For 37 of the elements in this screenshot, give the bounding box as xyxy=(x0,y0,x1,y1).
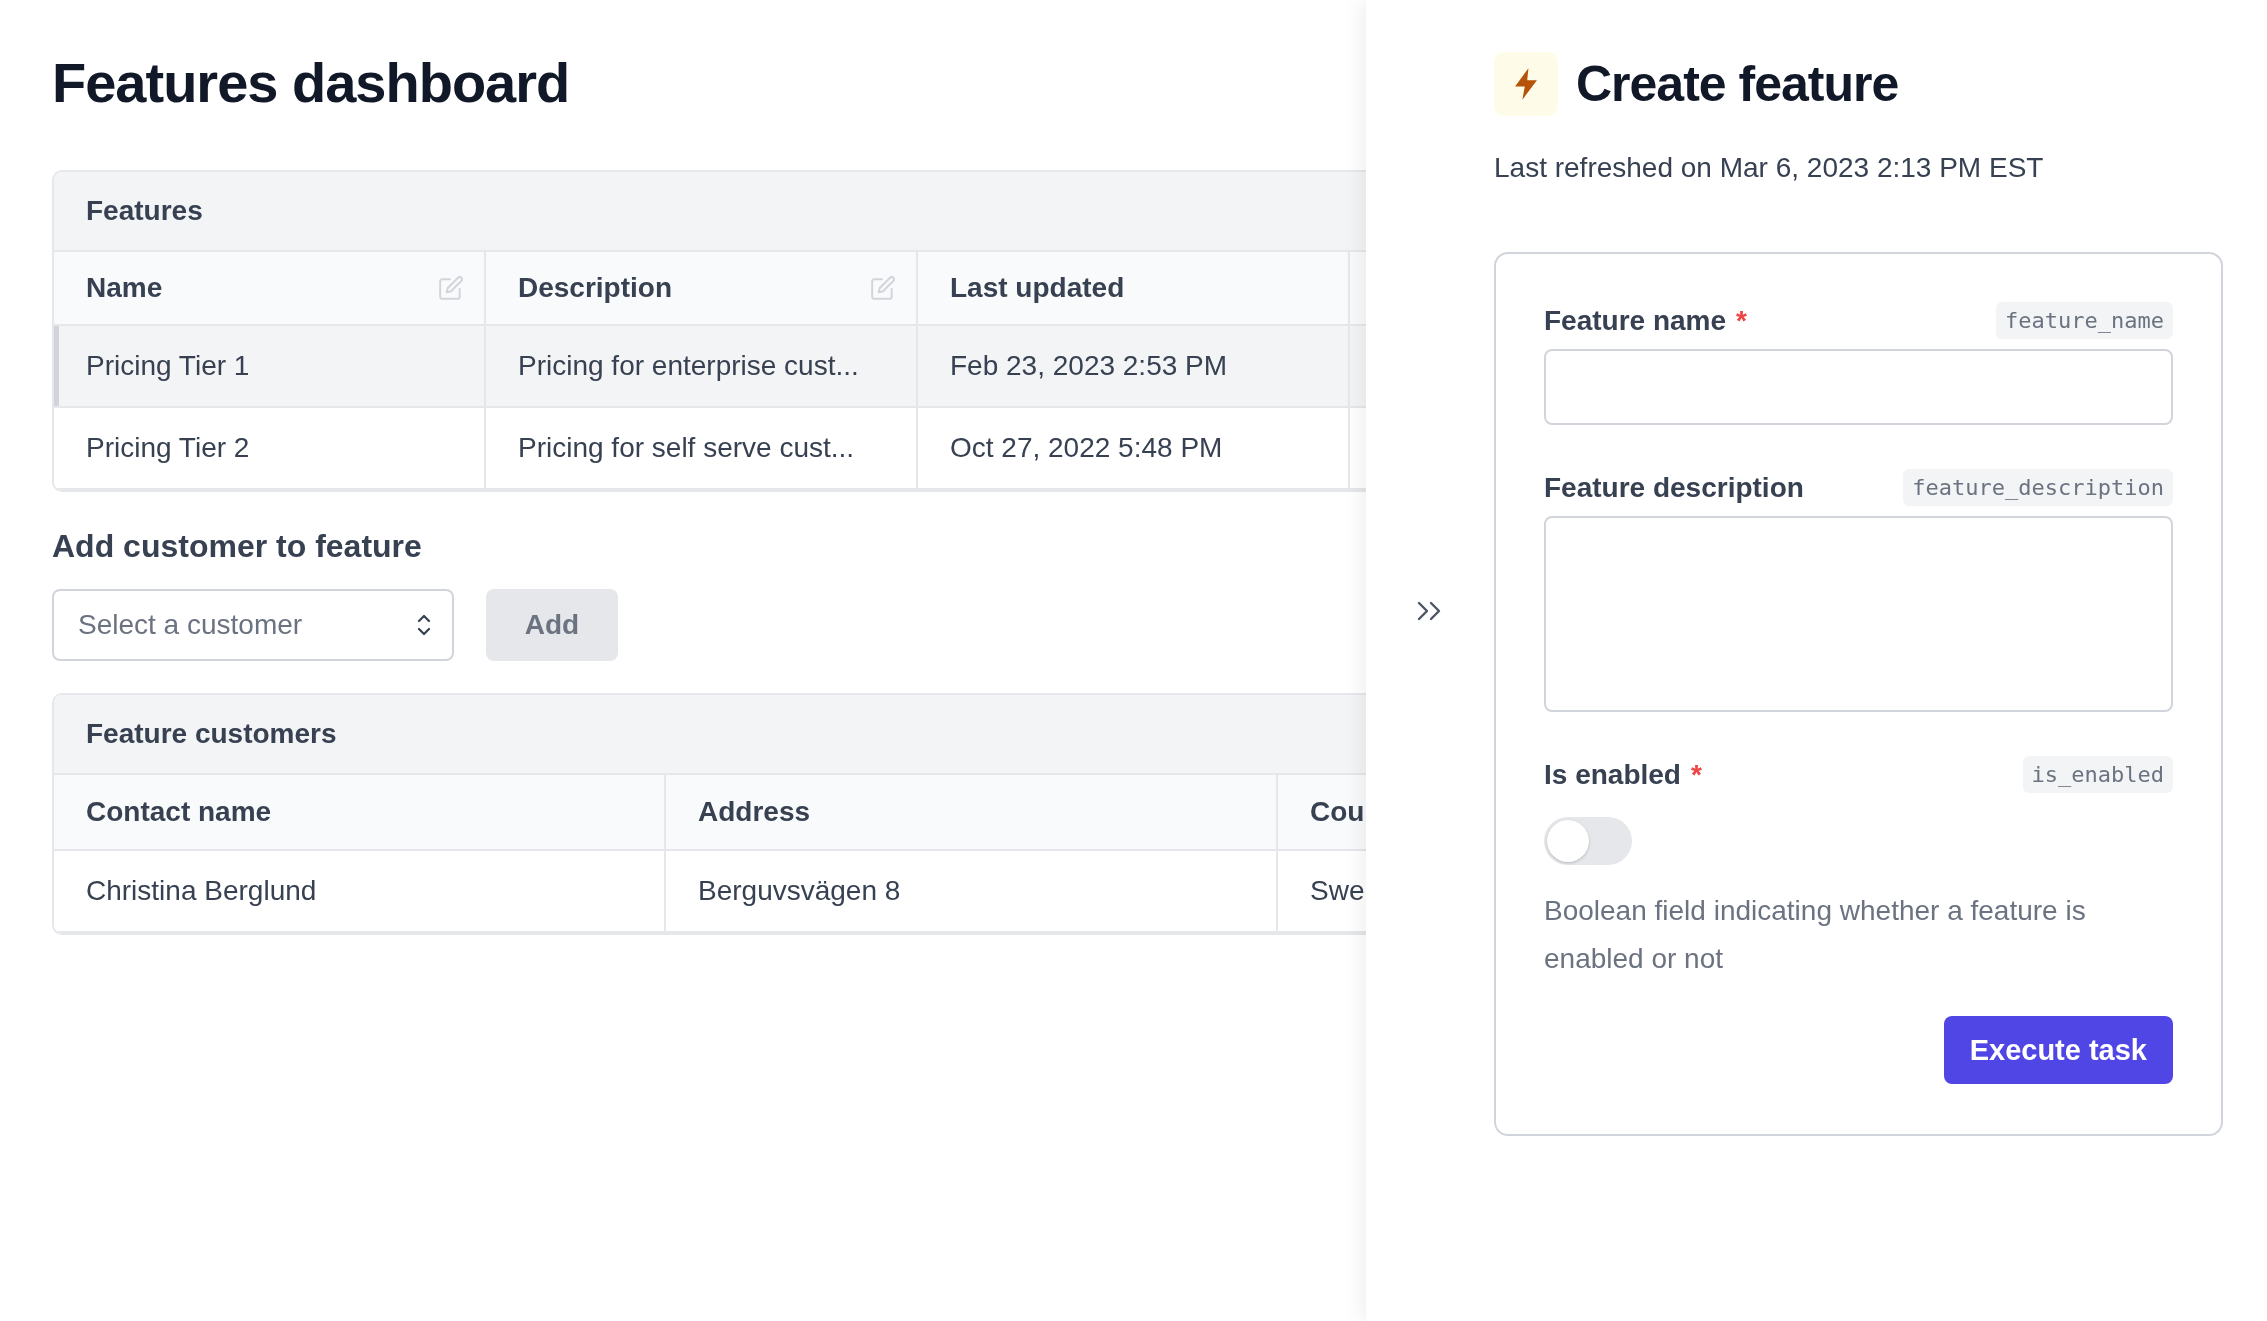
field-label: Feature name * xyxy=(1544,304,1747,337)
field-key: feature_name xyxy=(1996,302,2173,339)
page-title: Features dashboard xyxy=(52,52,571,114)
column-header: Cou xyxy=(1278,774,1366,851)
execute-button[interactable]: Execute task xyxy=(1943,1016,2173,1085)
field-label: Feature description xyxy=(1544,471,1804,504)
toggle-switch[interactable] xyxy=(1544,817,1632,865)
table-cell: Feb 23, 2023 2:53 PM xyxy=(918,325,1350,408)
lightning-icon xyxy=(1494,52,1558,116)
column-header: Name xyxy=(54,251,486,326)
input-field[interactable] xyxy=(1544,349,2173,425)
column-header: Contact name xyxy=(54,774,666,851)
table-cell: Pricing Tier 2 xyxy=(54,407,486,490)
table-cell: Oct 27, 2022 5:48 PM xyxy=(918,407,1350,490)
column-header: Last updated xyxy=(918,251,1350,326)
field-label: Is enabled * xyxy=(1544,758,1702,791)
table-title: Feature customers xyxy=(54,694,1366,775)
section-heading: Add customer to feature xyxy=(52,527,423,565)
table-cell: Christina Berglund xyxy=(54,850,666,933)
table-cell: Pricing Tier 1 xyxy=(54,325,486,408)
column-header: Address xyxy=(666,774,1278,851)
textarea-field[interactable] xyxy=(1544,516,2173,712)
refresh-text: Last refreshed on Mar 6, 2023 2:13 PM EST xyxy=(1494,152,2045,184)
table-cell: Berguvsvägen 8 xyxy=(666,850,1278,933)
edit-icon[interactable] xyxy=(438,274,464,301)
field-key: feature_description xyxy=(1903,469,2173,506)
table-cell: Pricing for enterprise cust... xyxy=(486,325,918,408)
table-row[interactable]: Pricing Tier 1 Pricing for enterprise cust... Feb 23, 2023 2:53 PM xyxy=(54,325,1366,408)
customer-select[interactable]: Select a customer xyxy=(52,588,454,661)
help-text: Boolean field indicating whether a feature is enabled or not xyxy=(1544,894,2087,976)
table-cell: Pricing for self serve cust... xyxy=(486,407,918,490)
field-key: is_enabled xyxy=(2022,756,2173,793)
panel-title: Create feature xyxy=(1576,55,1899,113)
table-title: Features xyxy=(54,171,1366,252)
edit-icon[interactable] xyxy=(870,274,896,301)
table-row[interactable]: Pricing Tier 2 Pricing for self serve cust... Oct 27, 2022 5:48 PM xyxy=(54,407,1366,490)
column-header: Description xyxy=(486,251,918,326)
